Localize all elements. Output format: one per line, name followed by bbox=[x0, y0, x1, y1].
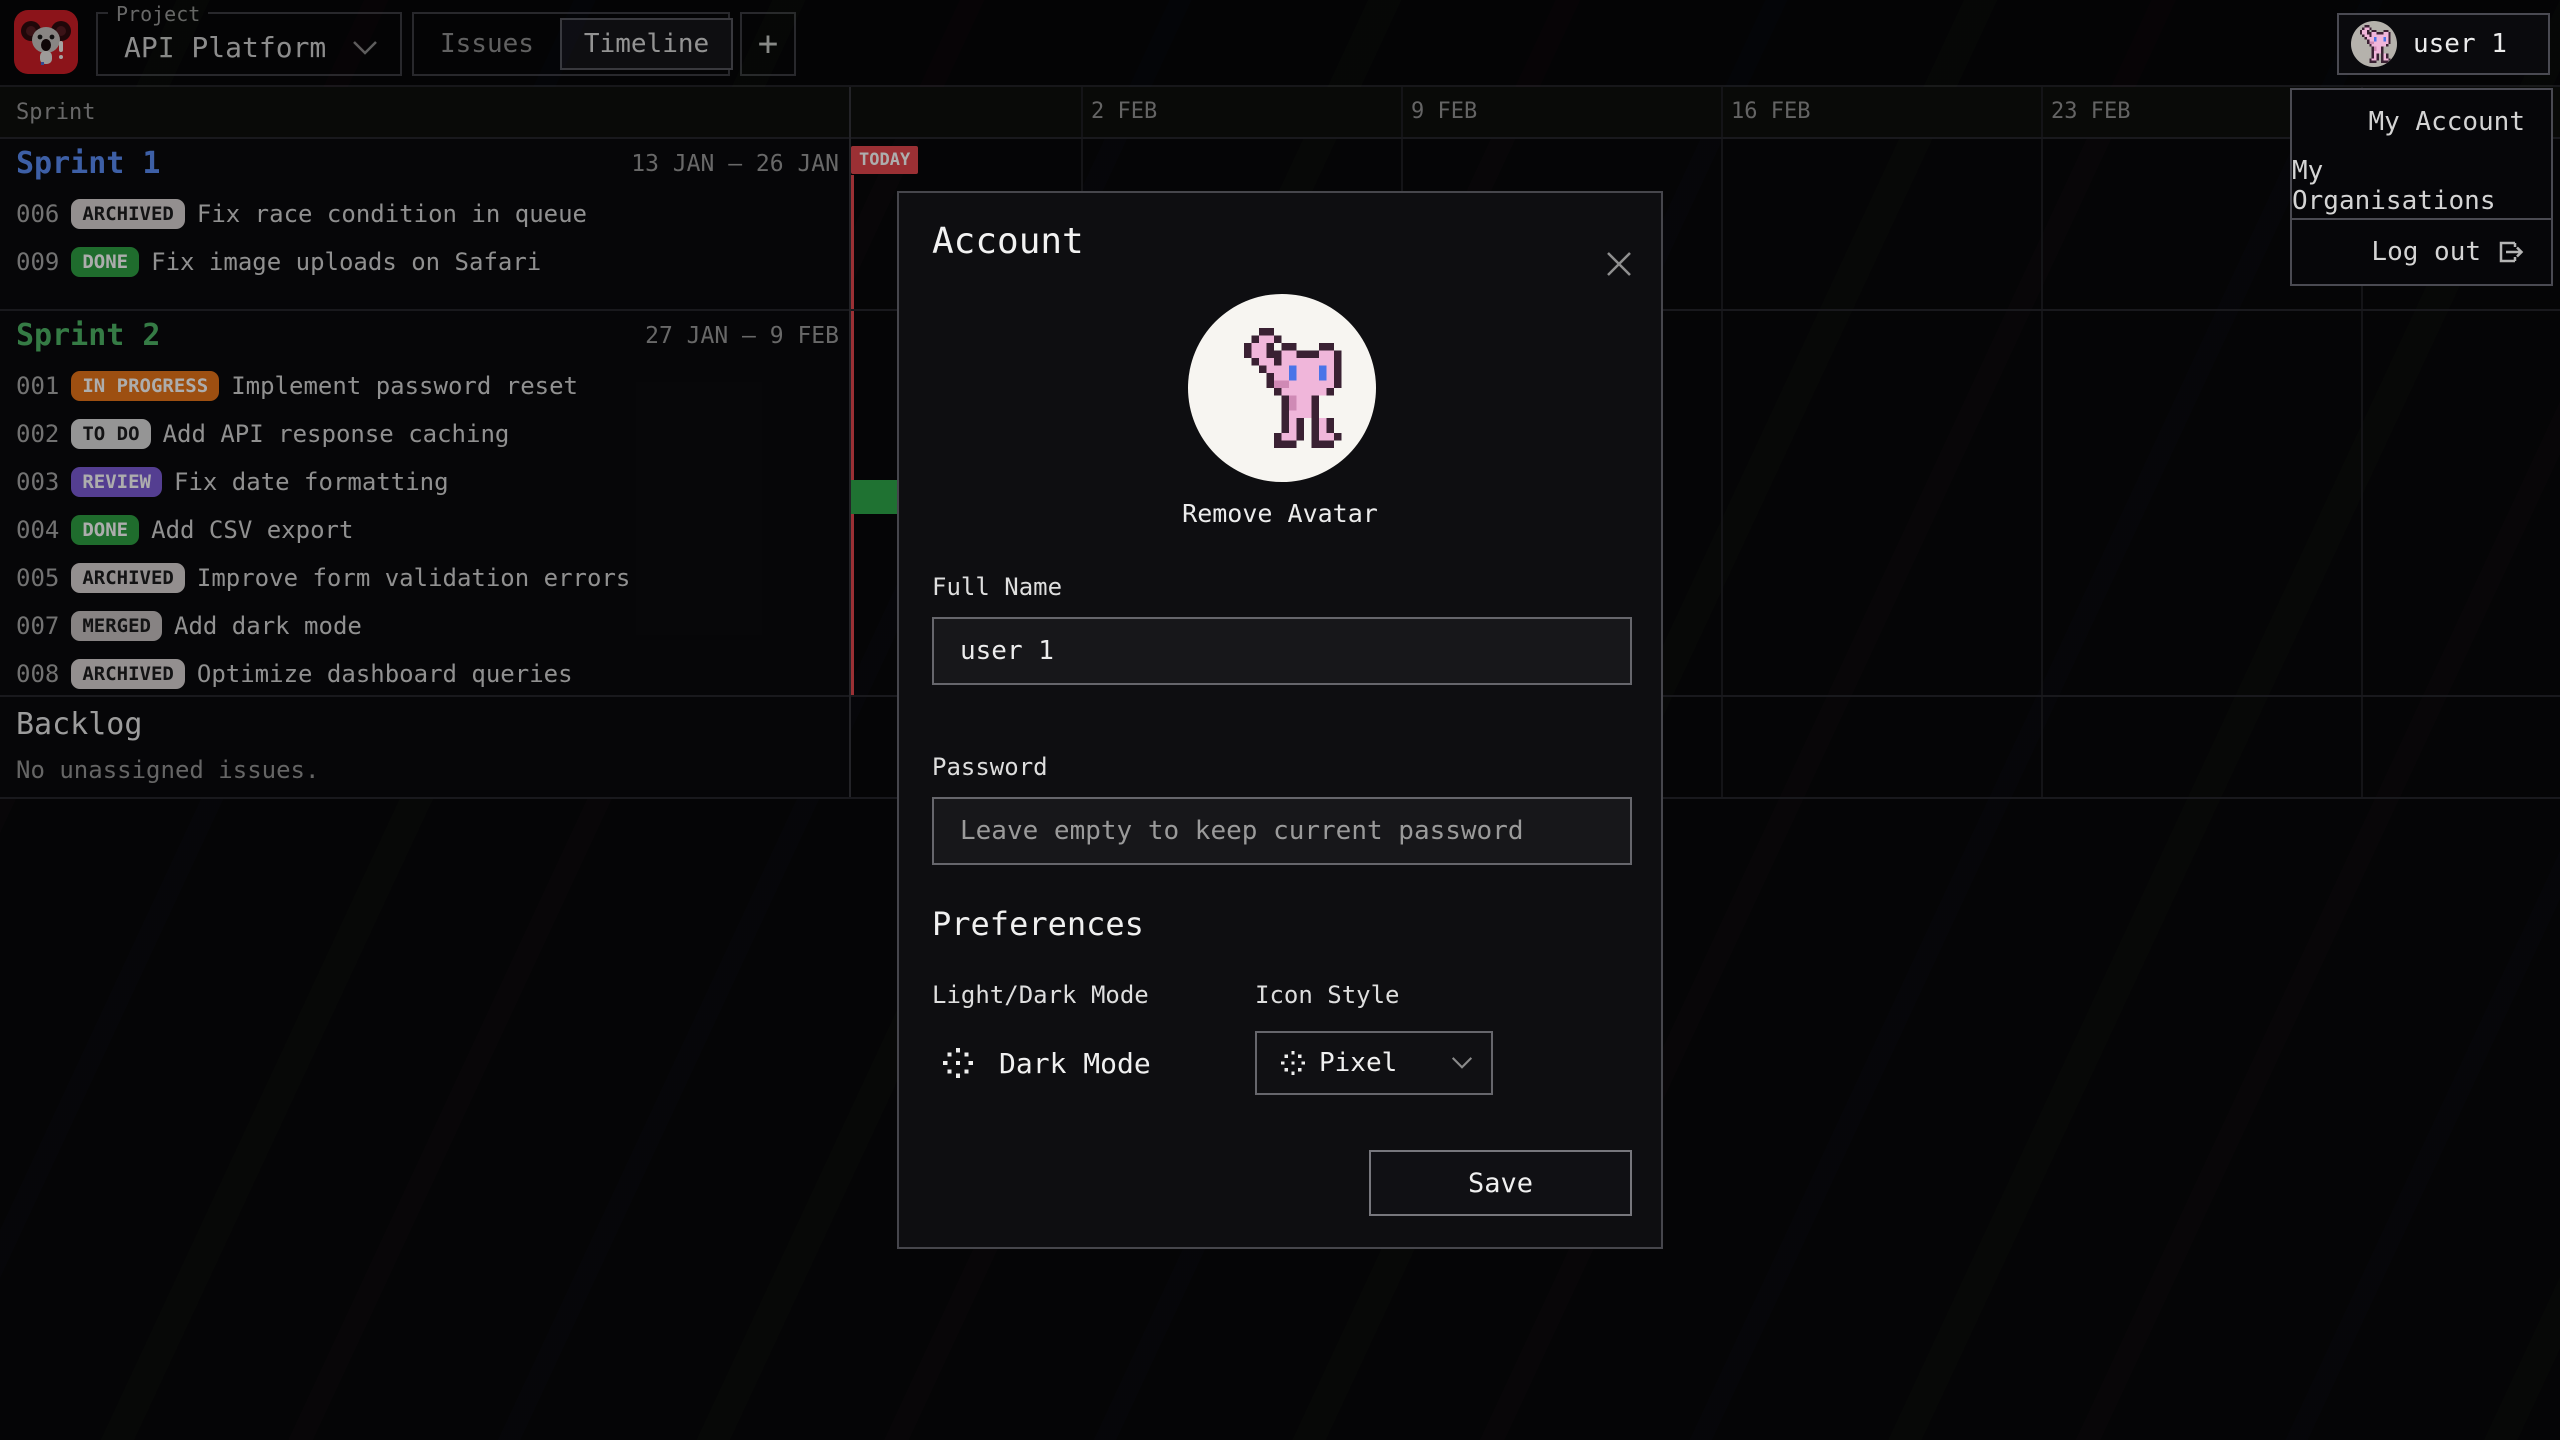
mode-value-label: Dark Mode bbox=[999, 1047, 1151, 1080]
modal-title: Account bbox=[932, 221, 1084, 262]
user-menu-trigger[interactable]: user 1 bbox=[2337, 13, 2550, 75]
save-button[interactable]: Save bbox=[1369, 1150, 1632, 1216]
account-modal: Account Remove Avatar Full Name Password… bbox=[897, 191, 1663, 1249]
user-dropdown-menu: My Account My Organisations Log out bbox=[2290, 88, 2553, 286]
menu-group-account: My Account My Organisations bbox=[2290, 88, 2553, 220]
logout-label: Log out bbox=[2371, 237, 2481, 267]
icon-style-select[interactable]: Pixel bbox=[1255, 1031, 1493, 1095]
icon-style-label: Icon Style bbox=[1255, 981, 1400, 1009]
close-icon[interactable] bbox=[1604, 249, 1638, 283]
full-name-label: Full Name bbox=[932, 573, 1062, 601]
menu-item-log-out[interactable]: Log out bbox=[2292, 220, 2551, 284]
user-avatar bbox=[2351, 21, 2397, 67]
mode-label: Light/Dark Mode bbox=[932, 981, 1149, 1009]
preferences-heading: Preferences bbox=[932, 905, 1144, 943]
user-name-label: user 1 bbox=[2413, 29, 2507, 59]
password-label: Password bbox=[932, 753, 1048, 781]
sun-icon bbox=[943, 1048, 973, 1078]
chevron-down-icon bbox=[1451, 1056, 1473, 1070]
password-input[interactable] bbox=[932, 797, 1632, 865]
menu-item-my-organisations[interactable]: My Organisations bbox=[2292, 154, 2551, 218]
full-name-input[interactable] bbox=[932, 617, 1632, 685]
remove-avatar-button[interactable]: Remove Avatar bbox=[899, 499, 1661, 528]
logout-icon bbox=[2495, 237, 2525, 267]
sun-icon bbox=[1281, 1051, 1305, 1075]
menu-group-logout: Log out bbox=[2290, 220, 2553, 286]
menu-item-my-account[interactable]: My Account bbox=[2292, 90, 2551, 154]
dark-mode-toggle[interactable]: Dark Mode bbox=[943, 1031, 1151, 1095]
icon-style-value: Pixel bbox=[1319, 1048, 1397, 1078]
account-avatar bbox=[1188, 294, 1376, 482]
